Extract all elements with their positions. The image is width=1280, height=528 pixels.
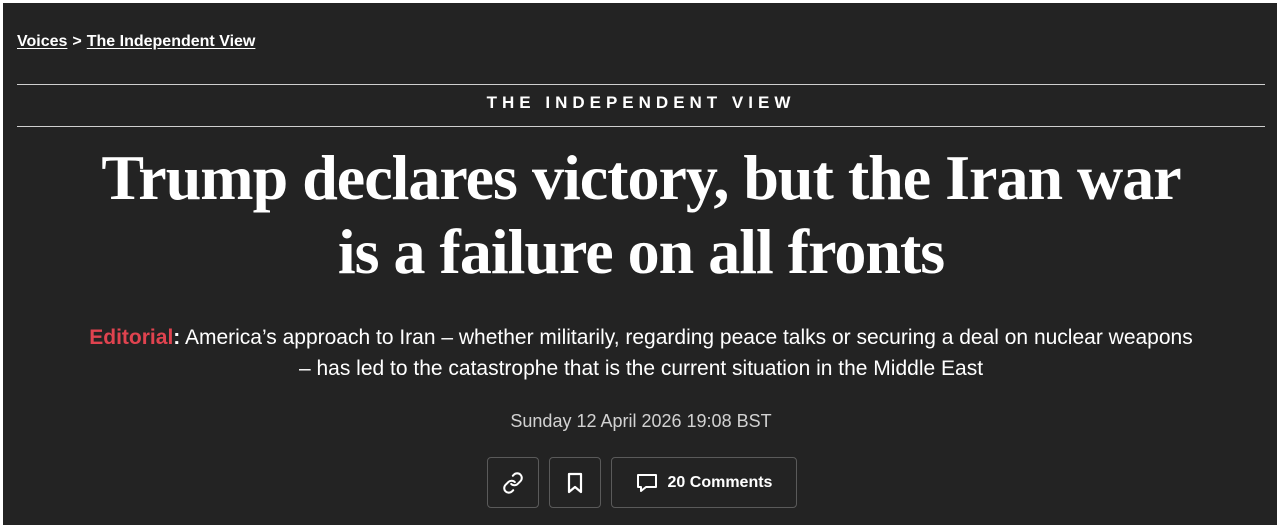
headline-line-2: is a failure on all fronts (337, 216, 945, 287)
copy-link-button[interactable] (487, 457, 539, 508)
divider-bottom (17, 126, 1265, 127)
section-label: THE INDEPENDENT VIEW (486, 93, 796, 112)
breadcrumb: Voices > The Independent View (17, 33, 255, 51)
headline-line-1: Trump declares victory, but the Iran war (101, 142, 1181, 213)
article-headline: Trump declares victory, but the Iran war… (17, 141, 1265, 289)
breadcrumb-link-voices[interactable]: Voices (17, 33, 67, 51)
standfirst-line-1: America’s approach to Iran – whether mil… (180, 326, 1193, 349)
comment-icon (636, 472, 658, 494)
comments-button[interactable]: 20 Comments (611, 457, 797, 508)
breadcrumb-link-independent-view[interactable]: The Independent View (87, 33, 256, 51)
comments-count: 20 Comments (667, 473, 773, 491)
editorial-tag[interactable]: Editorial (89, 326, 173, 349)
link-icon (502, 471, 524, 494)
article-header: Voices > The Independent View THE INDEPE… (3, 3, 1277, 525)
divider-top (17, 84, 1265, 85)
standfirst-line-2: – has led to the catastrophe that is the… (298, 357, 984, 380)
bookmark-icon (565, 472, 585, 494)
breadcrumb-separator: > (72, 33, 82, 50)
article-standfirst: Editorial: America’s approach to Iran – … (17, 322, 1265, 384)
publish-date: Sunday 12 April 2026 19:08 BST (510, 411, 772, 431)
bookmark-button[interactable] (549, 457, 601, 508)
